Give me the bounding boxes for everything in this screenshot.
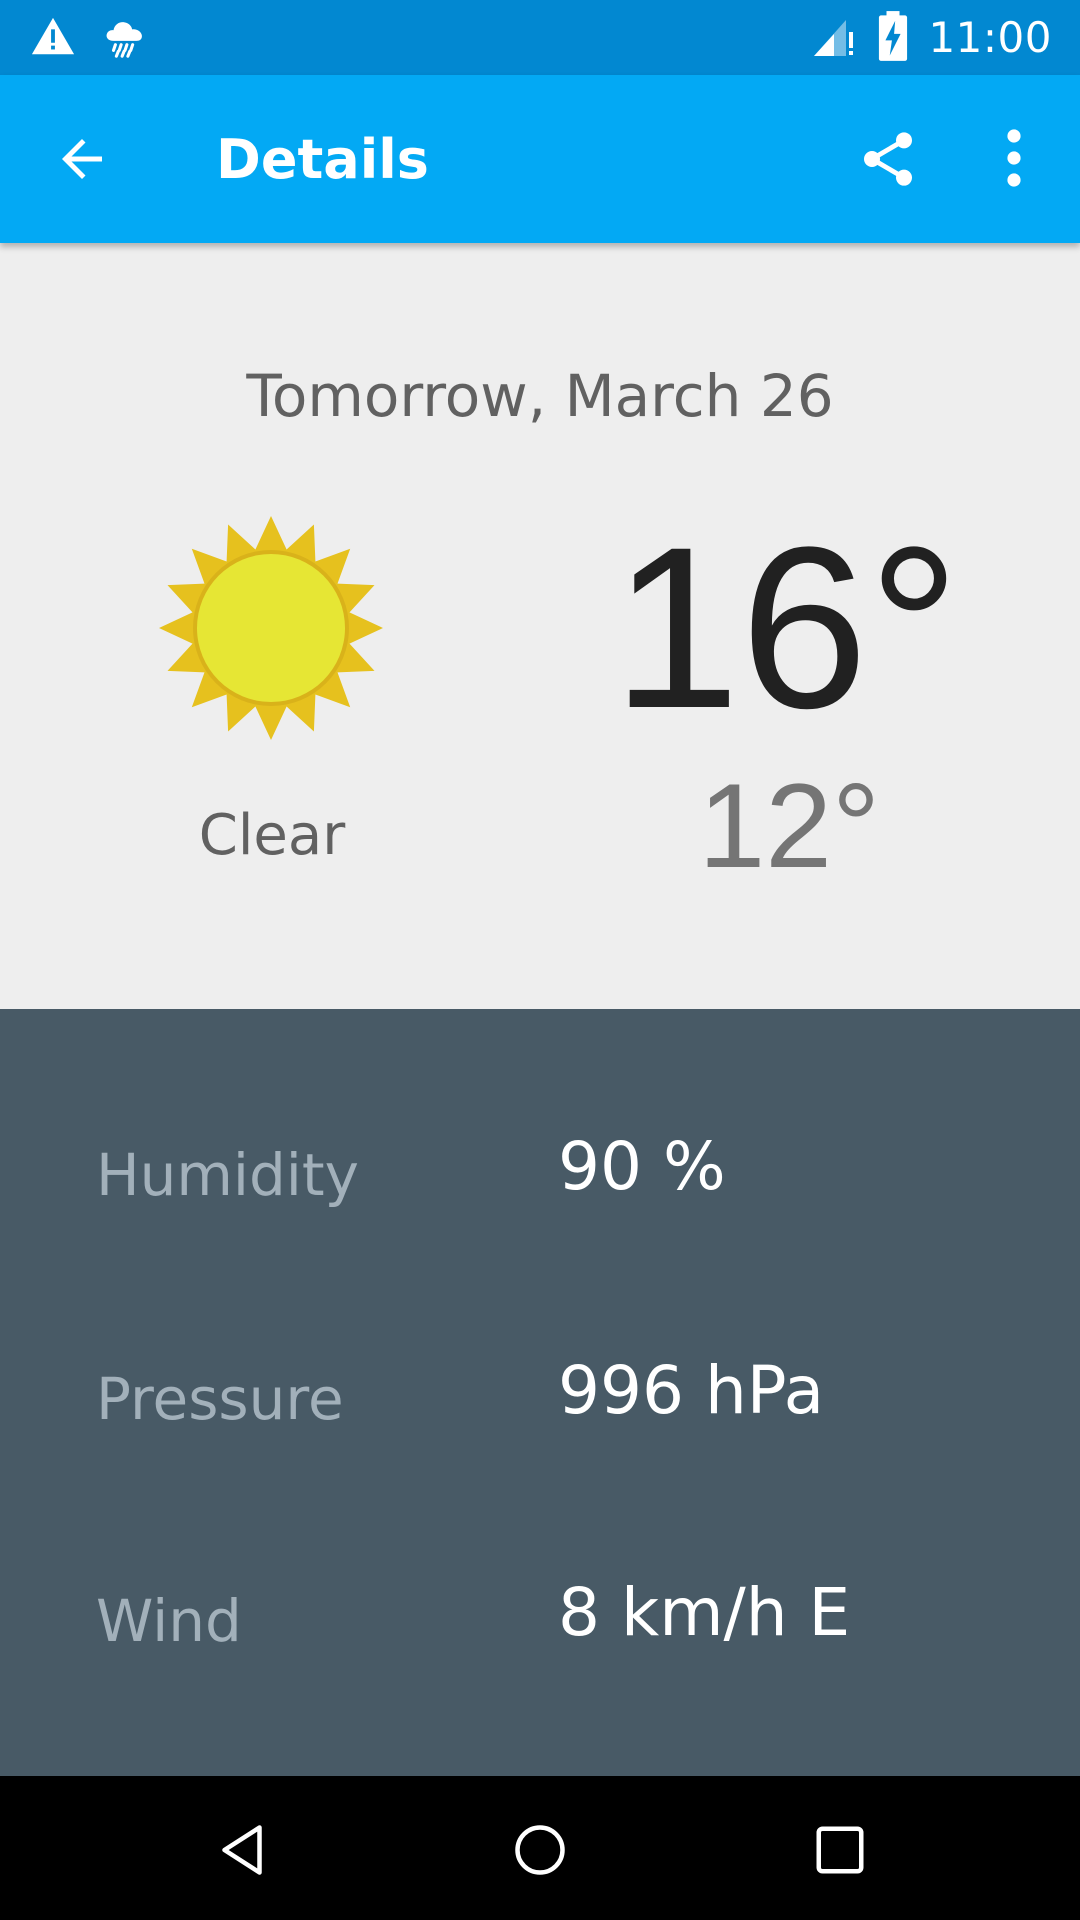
arrow-back-icon[interactable] — [52, 129, 112, 189]
more-vert-icon[interactable] — [1000, 125, 1028, 191]
low-temperature: 12° — [698, 759, 880, 893]
page-title: Details — [216, 128, 429, 191]
detail-label: Pressure — [96, 1365, 344, 1433]
detail-value: 996 hPa — [558, 1352, 825, 1429]
status-time: 11:00 — [928, 13, 1052, 62]
detail-value: 90 % — [558, 1128, 726, 1205]
forecast-panel: Tomorrow, March 26 Clear 16° 12° — [0, 243, 1080, 1009]
signal-icon — [810, 12, 858, 64]
status-bar: 11:00 — [0, 0, 1080, 75]
detail-label: Humidity — [96, 1141, 359, 1209]
detail-row-pressure: Pressure 996 hPa — [0, 1349, 1080, 1449]
status-right-icons: 11:00 — [810, 10, 1052, 66]
battery-charging-icon — [876, 10, 910, 66]
detail-row-wind: Wind 8 km/h E — [0, 1571, 1080, 1671]
sun-icon — [156, 513, 386, 743]
detail-row-humidity: Humidity 90 % — [0, 1125, 1080, 1225]
detail-label: Wind — [96, 1587, 242, 1655]
status-left-icons — [30, 14, 148, 64]
weather-condition: Clear — [198, 803, 346, 868]
forecast-date: Tomorrow, March 26 — [246, 362, 834, 430]
rain-cloud-icon — [102, 14, 148, 64]
share-icon[interactable] — [856, 127, 920, 191]
high-temperature: 16° — [612, 499, 960, 756]
nav-back-icon[interactable] — [212, 1820, 272, 1880]
detail-value: 8 km/h E — [558, 1574, 851, 1651]
warning-icon — [30, 14, 76, 64]
nav-recents-icon[interactable] — [810, 1820, 870, 1880]
details-panel: Humidity 90 % Pressure 996 hPa Wind 8 km… — [0, 1009, 1080, 1776]
navigation-bar — [0, 1776, 1080, 1920]
app-bar: Details — [0, 75, 1080, 243]
nav-home-icon[interactable] — [510, 1820, 570, 1880]
